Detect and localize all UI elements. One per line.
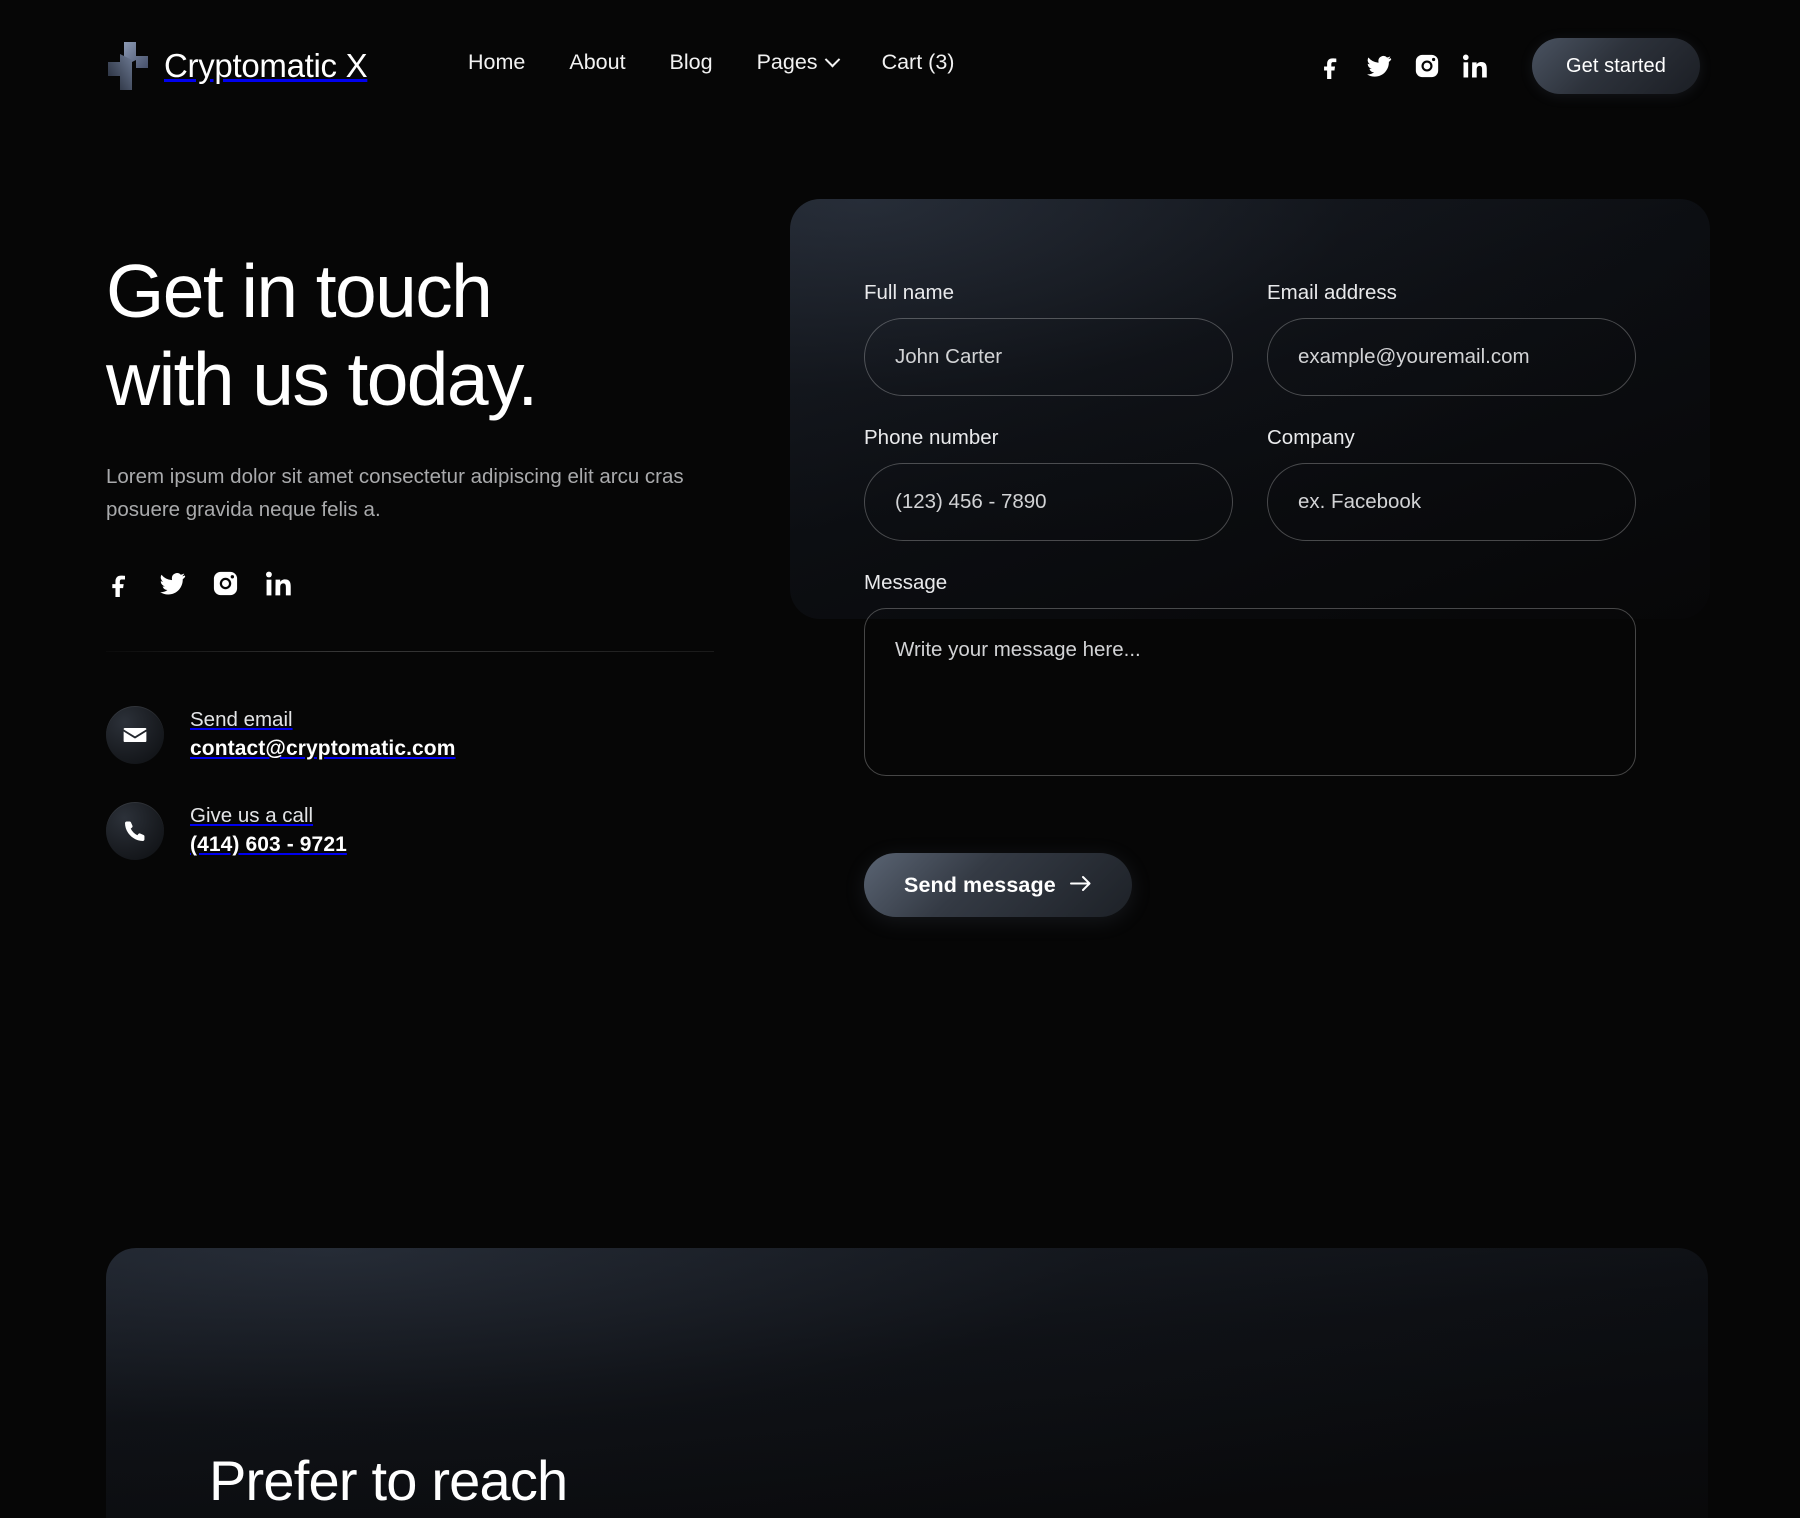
twitter-icon[interactable]	[159, 570, 186, 597]
linkedin-icon[interactable]	[265, 570, 292, 597]
top-navigation-bar: Cryptomatic X Home About Blog Pages Cart…	[0, 0, 1800, 118]
phone-input[interactable]	[864, 463, 1233, 541]
contact-phone-row[interactable]: Give us a call (414) 603 - 9721	[106, 801, 746, 860]
field-phone: Phone number	[864, 426, 1233, 541]
contact-email-value: contact@cryptomatic.com	[190, 737, 456, 761]
field-full-name: Full name	[864, 281, 1233, 396]
prefer-to-reach-title: Prefer to reach	[209, 1449, 568, 1512]
nav-link-home-label: Home	[468, 50, 526, 74]
section-divider	[106, 650, 714, 652]
hero-social-links	[106, 570, 746, 597]
brand-logo-link[interactable]: Cryptomatic X	[106, 40, 368, 92]
contact-methods-list: Send email contact@cryptomatic.com Give …	[106, 705, 746, 860]
linkedin-icon[interactable]	[1462, 53, 1488, 79]
hero-left-column: Get in touch with us today. Lorem ipsum …	[106, 248, 746, 860]
field-email: Email address	[1267, 281, 1636, 396]
chevron-down-icon	[824, 51, 840, 68]
nav-link-cart-label: Cart (3)	[881, 50, 955, 74]
hero-paragraph: Lorem ipsum dolor sit amet consectetur a…	[106, 464, 684, 521]
nav-links: Home About Blog Pages Cart (3)	[468, 50, 954, 75]
contact-phone-value: (414) 603 - 9721	[190, 833, 347, 857]
nav-link-pages-label: Pages	[756, 50, 818, 74]
prefer-to-reach-card: Prefer to reach	[106, 1248, 1708, 1518]
nav-link-pages[interactable]: Pages	[756, 50, 840, 75]
field-company: Company	[1267, 426, 1636, 541]
brand-name: Cryptomatic X	[164, 47, 368, 84]
field-message: Message	[864, 571, 1636, 781]
nav-right-group: Get started	[1318, 38, 1700, 94]
message-textarea[interactable]	[864, 608, 1636, 776]
twitter-icon[interactable]	[1366, 53, 1392, 79]
email-input[interactable]	[1267, 318, 1636, 396]
instagram-icon[interactable]	[1414, 53, 1440, 79]
full-name-input[interactable]	[864, 318, 1233, 396]
nav-link-blog[interactable]: Blog	[670, 50, 713, 75]
nav-link-home[interactable]: Home	[468, 50, 525, 75]
contact-email-row[interactable]: Send email contact@cryptomatic.com	[106, 705, 746, 764]
page-title: Get in touch with us today.	[106, 248, 746, 424]
phone-icon	[106, 801, 164, 860]
send-message-label: Send message	[904, 872, 1056, 897]
field-phone-label: Phone number	[864, 426, 999, 449]
field-email-label: Email address	[1267, 281, 1397, 304]
envelope-icon	[106, 705, 164, 764]
field-message-label: Message	[864, 571, 948, 594]
page-title-line2: with us today.	[106, 336, 538, 421]
facebook-icon[interactable]	[106, 570, 133, 597]
cryptomatic-logo-icon	[106, 40, 150, 92]
form-field-grid: Full name Email address Phone number Com…	[864, 281, 1636, 571]
arrow-right-icon	[1069, 873, 1092, 898]
company-input[interactable]	[1267, 463, 1636, 541]
instagram-icon[interactable]	[212, 570, 239, 597]
nav-link-cart[interactable]: Cart (3)	[882, 50, 955, 75]
field-full-name-label: Full name	[864, 281, 955, 304]
page-title-line1: Get in touch	[106, 249, 493, 333]
nav-link-about[interactable]: About	[569, 50, 625, 75]
get-started-button[interactable]: Get started	[1531, 38, 1700, 94]
contact-phone-label: Give us a call	[190, 804, 314, 828]
contact-email-label: Send email	[190, 708, 293, 732]
nav-link-about-label: About	[569, 50, 626, 74]
nav-social-links	[1318, 53, 1488, 79]
contact-form: Full name Email address Phone number Com…	[790, 199, 1710, 917]
send-message-button[interactable]: Send message	[864, 853, 1132, 917]
facebook-icon[interactable]	[1318, 53, 1344, 79]
contact-email-text: Send email contact@cryptomatic.com	[190, 708, 456, 761]
nav-link-blog-label: Blog	[669, 50, 713, 74]
contact-phone-text: Give us a call (414) 603 - 9721	[190, 804, 347, 857]
field-company-label: Company	[1267, 426, 1355, 449]
